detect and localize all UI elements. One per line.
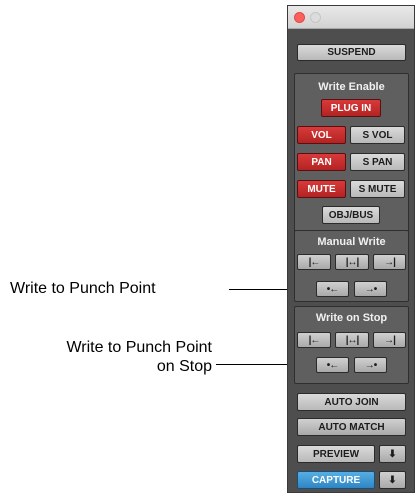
callout-write-to-punch-point-on-stop: Write to Punch Point on Stop	[6, 338, 212, 376]
obj-bus-enable-button[interactable]: OBJ/BUS	[322, 206, 380, 224]
write-to-start-icon: |←	[308, 256, 321, 268]
stop-to-next-icon: →•	[364, 359, 377, 371]
plugin-enable-button[interactable]: PLUG IN	[321, 99, 381, 117]
mute-enable-button[interactable]: MUTE	[297, 180, 346, 198]
write-enable-title: Write Enable	[318, 81, 385, 93]
stop-write-to-next-button[interactable]: →•	[354, 357, 387, 373]
minimize-window-button[interactable]	[310, 12, 321, 23]
down-arrow-icon: ⬇	[388, 474, 397, 486]
stop-write-to-start-button[interactable]: |←	[297, 332, 331, 348]
write-to-next-icon: →•	[364, 283, 377, 295]
stop-to-start-icon: |←	[308, 334, 321, 346]
send-mute-enable-button[interactable]: S MUTE	[350, 180, 405, 198]
send-vol-enable-button[interactable]: S VOL	[350, 126, 405, 144]
preview-punch-button[interactable]: ⬇	[379, 445, 406, 463]
write-to-punch-icon: •←	[326, 283, 339, 295]
stop-write-to-all-button[interactable]: |↔|	[335, 332, 369, 348]
automation-window: SUSPEND Write Enable PLUG IN VOL S VOL P…	[287, 5, 415, 493]
capture-button[interactable]: CAPTURE	[297, 471, 375, 489]
manual-write-title: Manual Write	[317, 236, 386, 248]
window-titlebar	[288, 6, 414, 29]
manual-write-to-punch-button[interactable]: •←	[316, 281, 349, 297]
write-to-end-icon: →|	[384, 256, 396, 268]
stop-write-to-end-button[interactable]: →|	[373, 332, 406, 348]
manual-write-to-next-button[interactable]: →•	[354, 281, 387, 297]
auto-match-button[interactable]: AUTO MATCH	[297, 418, 406, 436]
manual-write-to-start-button[interactable]: |←	[297, 254, 331, 270]
write-to-all-icon: |↔|	[345, 256, 360, 268]
send-pan-enable-button[interactable]: S PAN	[350, 153, 405, 171]
preview-button[interactable]: PREVIEW	[297, 445, 375, 463]
write-on-stop-title: Write on Stop	[315, 312, 388, 324]
callout-write-to-punch-point: Write to Punch Point	[10, 280, 156, 297]
callout-stop-line1: Write to Punch Point	[66, 339, 212, 356]
stop-to-punch-icon: •←	[326, 359, 339, 371]
stop-to-all-icon: |↔|	[345, 334, 360, 346]
auto-join-button[interactable]: AUTO JOIN	[297, 393, 406, 411]
manual-write-to-end-button[interactable]: →|	[373, 254, 406, 270]
pan-enable-button[interactable]: PAN	[297, 153, 346, 171]
capture-punch-button[interactable]: ⬇	[379, 471, 406, 489]
stop-write-to-punch-button[interactable]: •←	[316, 357, 349, 373]
close-window-button[interactable]	[294, 12, 305, 23]
vol-enable-button[interactable]: VOL	[297, 126, 346, 144]
stop-to-end-icon: →|	[384, 334, 396, 346]
manual-write-to-all-button[interactable]: |↔|	[335, 254, 369, 270]
suspend-button[interactable]: SUSPEND	[297, 44, 406, 61]
down-arrow-icon: ⬇	[388, 448, 397, 460]
callout-stop-line2: on Stop	[156, 358, 212, 375]
